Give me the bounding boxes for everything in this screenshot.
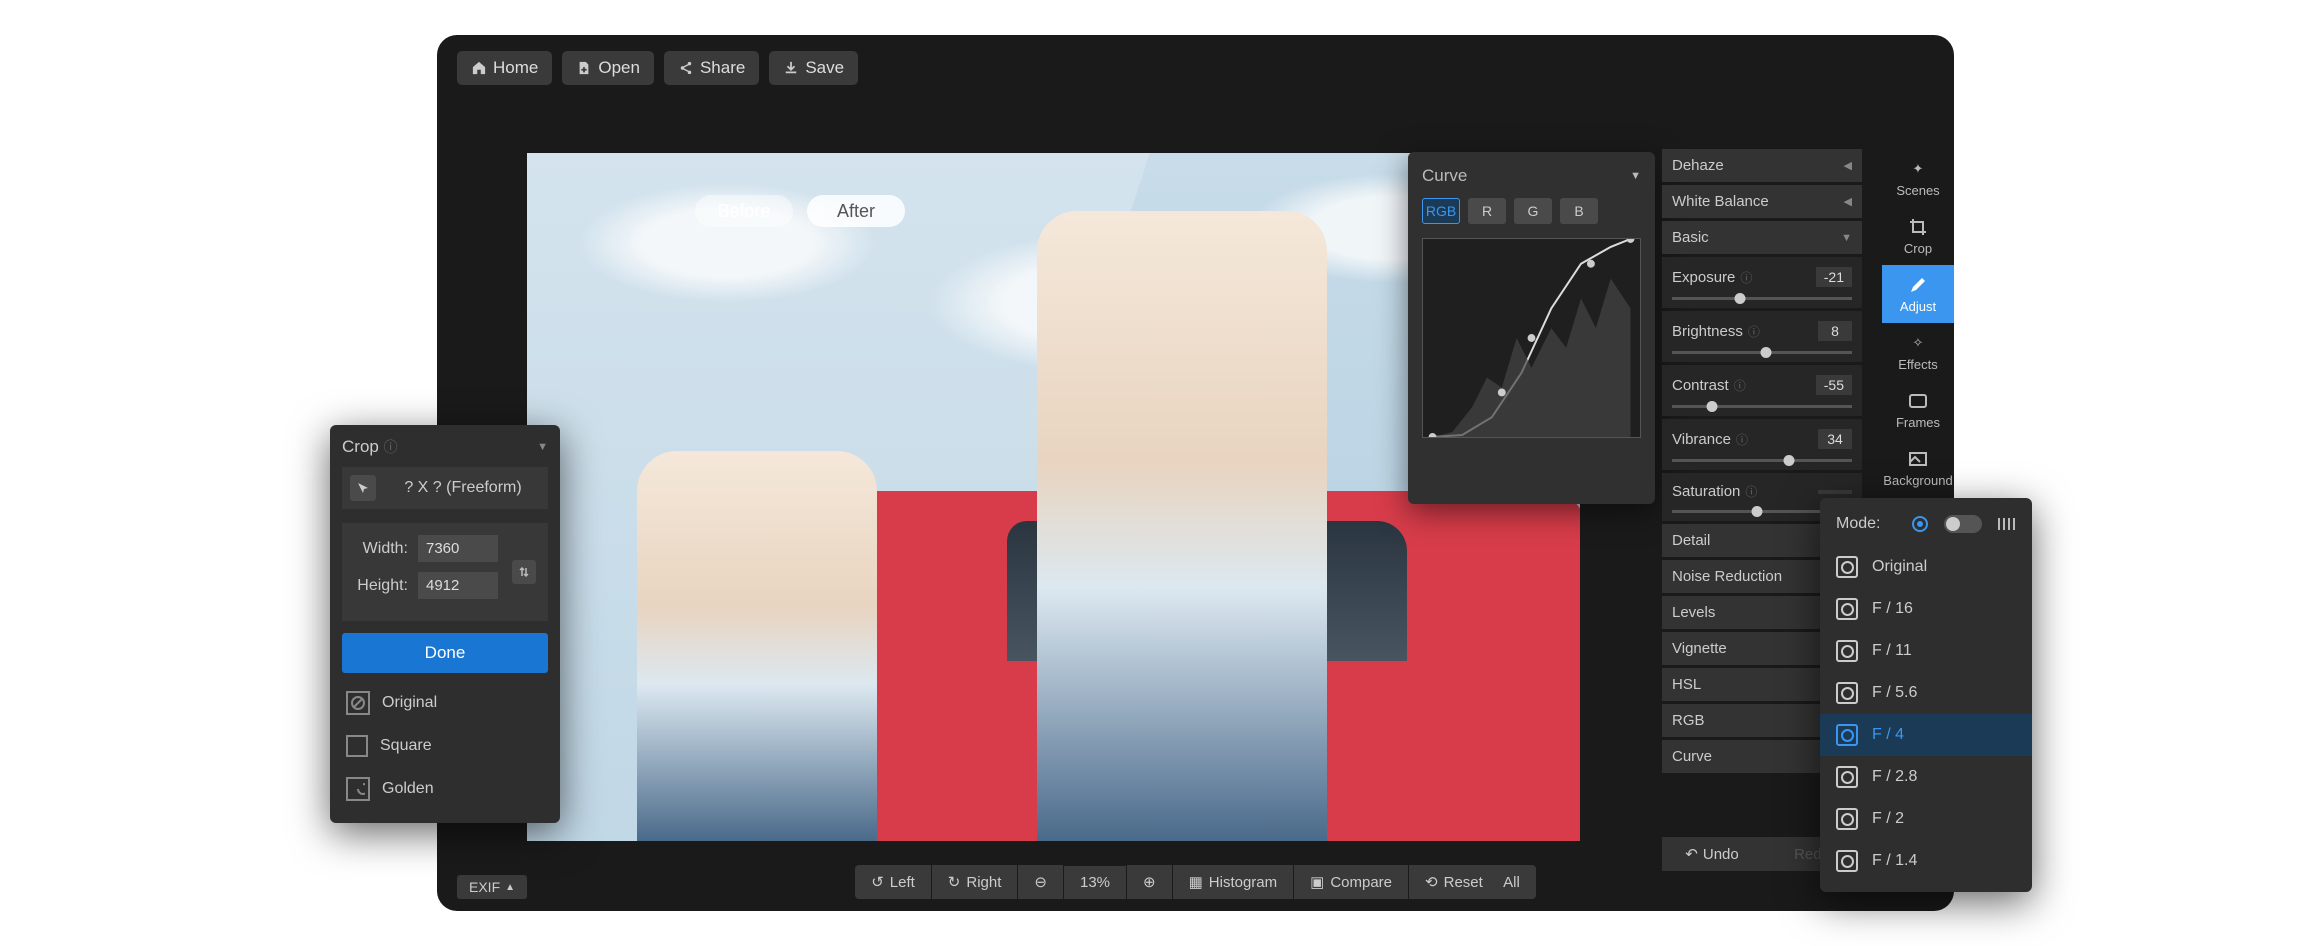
after-button[interactable]: After xyxy=(807,195,905,227)
slash-circle-icon xyxy=(346,691,370,715)
channel-rgb[interactable]: RGB xyxy=(1422,198,1460,224)
open-button[interactable]: Open xyxy=(562,51,654,85)
background-icon xyxy=(1908,449,1928,469)
tool-background[interactable]: Background xyxy=(1882,439,1954,497)
compare-button[interactable]: ▣Compare xyxy=(1294,865,1409,899)
channel-g[interactable]: G xyxy=(1514,198,1552,224)
sparkle-icon: ✦ xyxy=(1908,159,1928,179)
pen-icon xyxy=(1908,275,1928,295)
chevron-down-icon[interactable]: ▼ xyxy=(537,441,548,453)
chevron-down-icon[interactable]: ▼ xyxy=(1630,170,1641,182)
preset-golden[interactable]: Golden xyxy=(342,767,548,811)
rotate-left-icon: ↺ xyxy=(871,873,884,891)
home-icon xyxy=(471,60,487,76)
linear-mode-icon[interactable] xyxy=(1996,514,2016,534)
histogram-button[interactable]: ▦Histogram xyxy=(1173,865,1295,899)
aperture-icon xyxy=(1836,598,1858,620)
aperture-option[interactable]: F / 2 xyxy=(1820,798,2032,840)
tool-scenes[interactable]: ✦Scenes xyxy=(1882,149,1954,207)
mode-toggle[interactable] xyxy=(1944,515,1982,533)
aperture-option[interactable]: F / 4 xyxy=(1820,714,2032,756)
vibrance-value[interactable]: 34 xyxy=(1818,429,1852,449)
before-button[interactable]: Before xyxy=(695,195,793,227)
exif-button[interactable]: EXIF▲ xyxy=(457,875,527,899)
tool-effects[interactable]: ✧Effects xyxy=(1882,323,1954,381)
rotate-right-button[interactable]: ↻Right xyxy=(932,865,1019,899)
aperture-option[interactable]: F / 5.6 xyxy=(1820,672,2032,714)
wand-icon: ✧ xyxy=(1908,333,1928,353)
exposure-slider[interactable] xyxy=(1672,297,1852,300)
share-button[interactable]: Share xyxy=(664,51,759,85)
curve-graph[interactable] xyxy=(1422,238,1641,438)
width-input[interactable] xyxy=(418,535,498,562)
file-plus-icon xyxy=(576,60,592,76)
section-dehaze[interactable]: Dehaze◀ xyxy=(1662,149,1862,182)
rotate-left-button[interactable]: ↺Left xyxy=(855,865,932,899)
vibrance-slider[interactable] xyxy=(1672,459,1852,462)
aperture-icon xyxy=(1836,640,1858,662)
channel-r[interactable]: R xyxy=(1468,198,1506,224)
tool-crop[interactable]: Crop xyxy=(1882,207,1954,265)
preset-square[interactable]: Square xyxy=(342,725,548,767)
section-white-balance[interactable]: White Balance◀ xyxy=(1662,185,1862,218)
zoom-out-button[interactable]: ⊖ xyxy=(1018,865,1064,899)
top-toolbar: Home Open Share Save xyxy=(437,35,1954,101)
histogram-icon: ▦ xyxy=(1189,873,1203,891)
aperture-option[interactable]: F / 11 xyxy=(1820,630,2032,672)
crop-panel: Crop ⓘ▼ ? X ? (Freeform) Width: Height: … xyxy=(330,425,560,823)
brightness-slider[interactable] xyxy=(1672,351,1852,354)
section-basic[interactable]: Basic▼ xyxy=(1662,221,1862,254)
rotate-right-icon: ↻ xyxy=(948,873,961,891)
zoom-in-button[interactable]: ⊕ xyxy=(1127,865,1173,899)
right-toolbar: ✦Scenes Crop Adjust ✧Effects Frames Back… xyxy=(1882,149,1954,555)
pointer-icon xyxy=(350,475,376,501)
exposure-value[interactable]: -21 xyxy=(1816,267,1852,287)
download-icon xyxy=(783,60,799,76)
save-button[interactable]: Save xyxy=(769,51,858,85)
crop-icon xyxy=(1908,217,1928,237)
channel-b[interactable]: B xyxy=(1560,198,1598,224)
zoom-in-icon: ⊕ xyxy=(1143,873,1156,891)
aperture-icon xyxy=(1836,682,1858,704)
aperture-icon xyxy=(1836,808,1858,830)
app-window: Home Open Share Save Before After Curve ▼… xyxy=(437,35,1954,911)
height-input[interactable] xyxy=(418,572,498,599)
compare-icon: ▣ xyxy=(1310,873,1324,891)
aperture-option[interactable]: Original xyxy=(1820,546,2032,588)
spiral-icon xyxy=(346,777,370,801)
share-icon xyxy=(678,60,694,76)
aperture-option[interactable]: F / 2.8 xyxy=(1820,756,2032,798)
aperture-option[interactable]: F / 1.4 xyxy=(1820,840,2032,882)
aperture-icon xyxy=(1836,766,1858,788)
aperture-icon xyxy=(1836,850,1858,872)
aperture-option[interactable]: F / 16 xyxy=(1820,588,2032,630)
brightness-value[interactable]: 8 xyxy=(1818,321,1852,341)
aperture-icon xyxy=(1836,556,1858,578)
zoom-level[interactable]: 13% xyxy=(1064,866,1127,899)
tool-frames[interactable]: Frames xyxy=(1882,381,1954,439)
aperture-panel: Mode: OriginalF / 16F / 11F / 5.6F / 4F … xyxy=(1820,498,2032,892)
contrast-value[interactable]: -55 xyxy=(1816,375,1852,395)
frame-icon xyxy=(1908,391,1928,411)
done-button[interactable]: Done xyxy=(342,633,548,673)
curve-title: Curve xyxy=(1422,166,1467,186)
radial-mode-icon[interactable] xyxy=(1910,514,1930,534)
curve-panel: Curve ▼ RGB R G B xyxy=(1408,152,1655,504)
home-button[interactable]: Home xyxy=(457,51,552,85)
swap-dimensions-button[interactable] xyxy=(512,560,536,584)
tool-adjust[interactable]: Adjust xyxy=(1882,265,1954,323)
reset-button[interactable]: ⟲Reset All xyxy=(1409,865,1536,899)
zoom-out-icon: ⊖ xyxy=(1034,873,1047,891)
preset-original[interactable]: Original xyxy=(342,681,548,725)
contrast-slider[interactable] xyxy=(1672,405,1852,408)
info-icon[interactable]: ⓘ xyxy=(384,439,398,455)
undo-icon: ↶ xyxy=(1685,845,1698,863)
bottom-toolbar: ↺Left ↻Right ⊖ 13% ⊕ ▦Histogram ▣Compare… xyxy=(437,865,1954,899)
freeform-selector[interactable]: ? X ? (Freeform) xyxy=(342,467,548,509)
aperture-icon xyxy=(1836,724,1858,746)
reset-icon: ⟲ xyxy=(1425,873,1438,891)
saturation-value[interactable] xyxy=(1818,490,1852,494)
chevron-up-icon: ▲ xyxy=(505,882,515,893)
square-icon xyxy=(346,735,368,757)
